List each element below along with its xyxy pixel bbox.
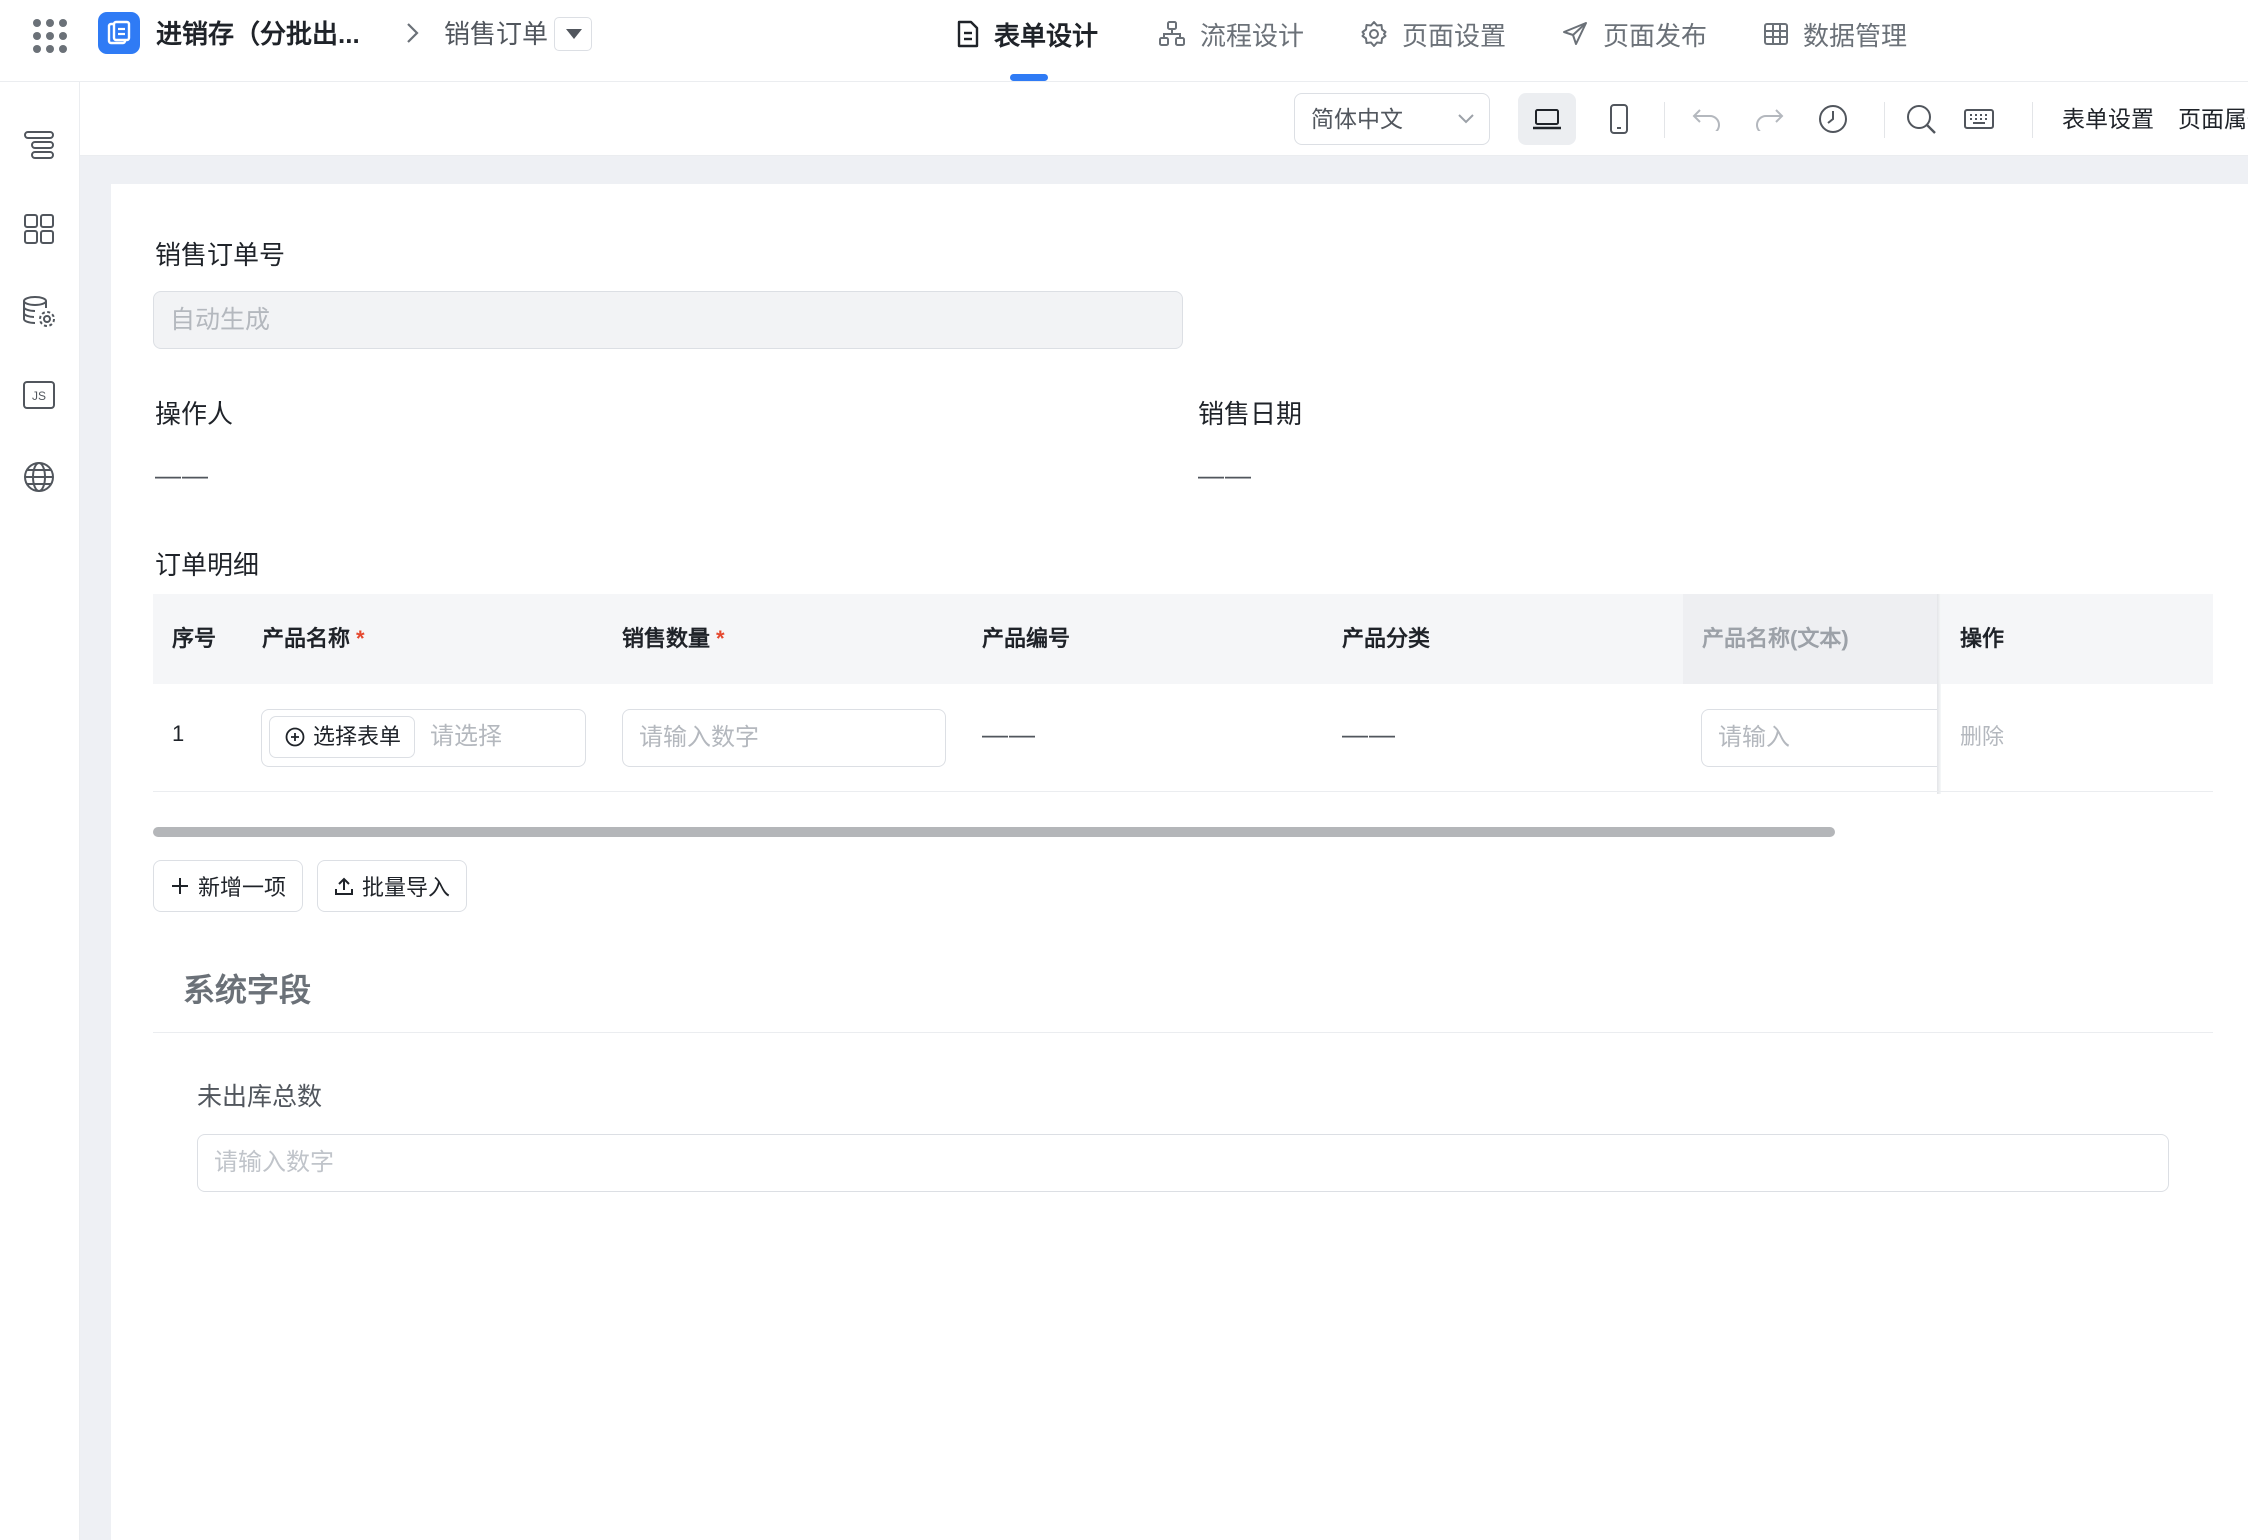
form-settings-link[interactable]: 表单设置	[2062, 102, 2154, 136]
col-actions-header: 操作	[1960, 626, 2005, 651]
delete-row-button[interactable]: 删除	[1960, 719, 2004, 751]
required-mark: *	[716, 626, 725, 651]
undo-icon	[1692, 109, 1720, 131]
language-select[interactable]: 简体中文	[1294, 93, 1490, 145]
redo-button[interactable]	[1740, 93, 1798, 145]
product-select-placeholder: 请选择	[430, 723, 502, 750]
tab-label: 表单设计	[994, 20, 1099, 51]
components-grid-icon[interactable]	[14, 204, 64, 254]
active-tab-indicator	[1010, 74, 1048, 81]
order-detail-label: 订单明细	[155, 550, 260, 580]
table-grid-icon	[1764, 23, 1788, 45]
product-name-text-input[interactable]: 请输入	[1701, 709, 1941, 767]
tab-page-settings[interactable]: 页面设置	[1360, 14, 1506, 54]
sale-date-label: 销售日期	[1198, 399, 1303, 429]
order-no-placeholder: 自动生成	[170, 306, 271, 334]
product-category-value: ——	[1342, 719, 1396, 749]
batch-import-button[interactable]: 批量导入	[317, 860, 468, 912]
app-name[interactable]: 进销存（分批出...	[156, 14, 366, 54]
mobile-icon	[1610, 104, 1628, 134]
operator-label: 操作人	[155, 399, 234, 429]
batch-import-label: 批量导入	[362, 875, 451, 900]
order-no-input[interactable]: 自动生成	[153, 291, 1183, 349]
tab-label: 数据管理	[1803, 20, 1908, 51]
unshipped-total-input[interactable]: 请输入数字	[197, 1134, 2169, 1192]
col-quantity-header: 销售数量 *	[622, 626, 725, 651]
tab-label: 页面设置	[1402, 20, 1507, 51]
desktop-view-button[interactable]	[1518, 93, 1576, 145]
keyboard-shortcuts-button[interactable]	[1950, 93, 2008, 145]
page-switch-dropdown[interactable]	[554, 17, 592, 51]
breadcrumb-page-name[interactable]: 销售订单	[444, 14, 548, 54]
fixed-column-shadow	[1937, 594, 1941, 794]
toolbar-divider	[2032, 102, 2033, 138]
unshipped-total-placeholder: 请输入数字	[214, 1149, 334, 1176]
sale-date-value: ——	[1198, 460, 1252, 490]
toolbar-divider	[1664, 102, 1665, 138]
system-fields-title: 系统字段	[183, 972, 312, 1008]
js-code-icon[interactable]: JS	[14, 370, 64, 420]
table-horizontal-scrollbar[interactable]	[153, 827, 1835, 837]
row-index: 1	[172, 721, 185, 746]
data-source-icon[interactable]	[14, 287, 64, 337]
globe-icon[interactable]	[14, 452, 64, 502]
chevron-down-icon	[1458, 114, 1474, 124]
add-item-button[interactable]: 新增一项	[153, 860, 304, 912]
tab-data-management[interactable]: 数据管理	[1763, 14, 1907, 54]
tab-label: 页面发布	[1603, 20, 1708, 51]
outline-tree-icon[interactable]	[14, 120, 64, 170]
mobile-view-button[interactable]	[1590, 93, 1648, 145]
add-item-label: 新增一项	[198, 875, 287, 900]
chevron-right-icon	[407, 23, 419, 43]
col-product-category-header: 产品分类	[1342, 626, 1431, 651]
caret-down-icon	[566, 29, 582, 39]
apps-grid-icon[interactable]	[30, 16, 68, 54]
send-icon	[1563, 22, 1587, 45]
quantity-placeholder: 请输入数字	[639, 724, 759, 751]
tab-label: 流程设计	[1200, 20, 1305, 51]
plus-icon	[172, 878, 188, 894]
page-properties-link[interactable]: 页面属性	[2178, 102, 2248, 136]
tab-form-design[interactable]: 表单设计	[956, 14, 1098, 54]
required-mark: *	[356, 626, 365, 651]
toolbar-divider	[1884, 102, 1885, 138]
app-logo[interactable]	[98, 12, 140, 54]
product-name-text-placeholder: 请输入	[1718, 724, 1790, 751]
tab-flow-design[interactable]: 流程设计	[1158, 14, 1304, 54]
form-doc-icon	[957, 20, 979, 48]
row-divider	[153, 791, 2213, 792]
svg-text:JS: JS	[32, 389, 46, 403]
col-product-name-header: 产品名称 *	[262, 626, 365, 651]
search-button[interactable]	[1892, 93, 1950, 145]
tab-page-publish[interactable]: 页面发布	[1561, 14, 1707, 54]
keyboard-icon	[1964, 109, 1994, 129]
col-product-name-text-header: 产品名称(文本)	[1702, 626, 1849, 651]
plus-circle-icon	[285, 727, 305, 747]
flow-icon	[1159, 21, 1185, 46]
section-divider	[153, 1032, 2213, 1033]
top-bar: 进销存（分批出... 销售订单 表单设计 流程设计 页面设置 页面发布 数据管理	[0, 0, 2248, 82]
select-form-button[interactable]: 选择表单	[269, 716, 415, 758]
undo-button[interactable]	[1678, 93, 1736, 145]
col-index-header: 序号	[172, 626, 217, 651]
order-no-label: 销售订单号	[155, 240, 286, 270]
redo-icon	[1756, 109, 1784, 131]
upload-icon	[335, 877, 353, 895]
col-product-code-header: 产品编号	[982, 626, 1071, 651]
quantity-input[interactable]: 请输入数字	[622, 709, 946, 767]
clock-icon	[1819, 105, 1847, 133]
left-sidebar: JS	[0, 82, 80, 1540]
design-toolbar: 简体中文 表单设置 页面属性	[80, 82, 2248, 156]
laptop-icon	[1533, 109, 1561, 130]
product-code-value: ——	[982, 719, 1036, 749]
operator-value: ——	[155, 460, 209, 490]
select-form-label: 选择表单	[313, 724, 402, 749]
history-button[interactable]	[1804, 93, 1862, 145]
search-icon	[1907, 105, 1936, 134]
unshipped-total-label: 未出库总数	[197, 1083, 323, 1111]
language-value: 简体中文	[1311, 106, 1403, 132]
gear-icon	[1361, 21, 1387, 47]
